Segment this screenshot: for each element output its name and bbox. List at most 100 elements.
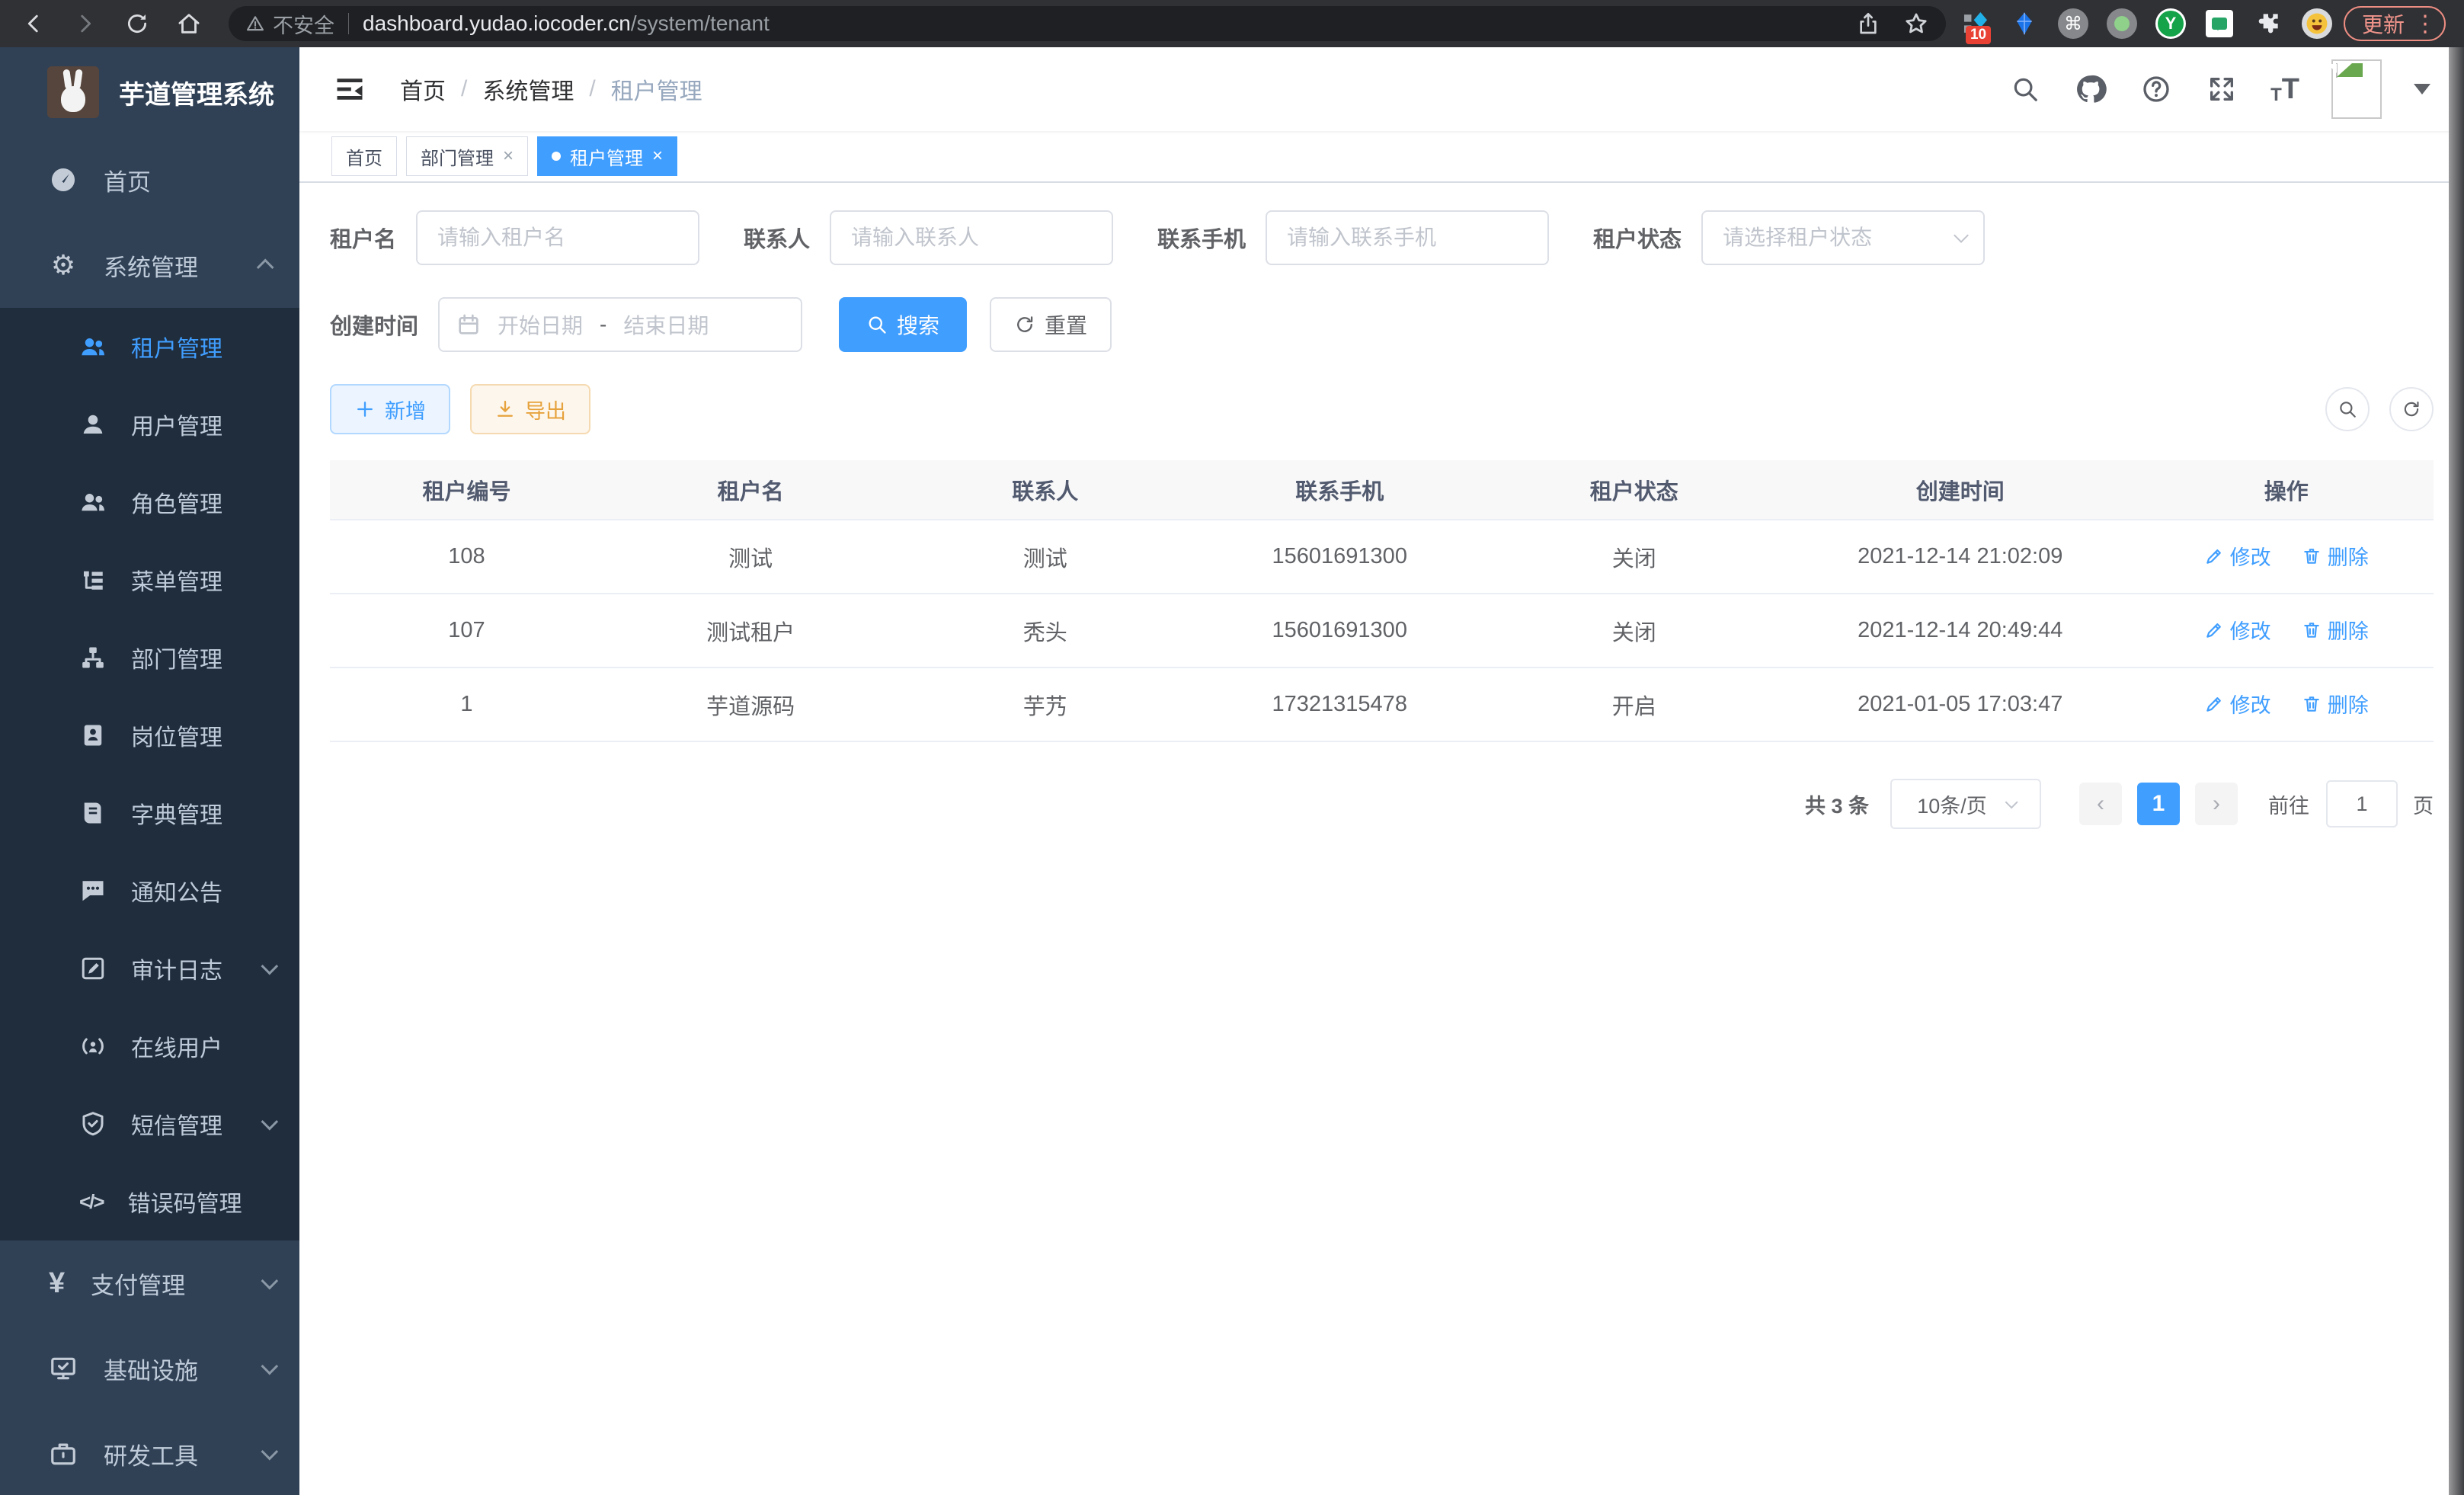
prev-page-button[interactable]: ‹ xyxy=(2079,783,2122,825)
site-security-indicator[interactable]: 不安全 xyxy=(245,9,334,39)
table-row: 108 测试 测试 15601691300 关闭 2021-12-14 21:0… xyxy=(330,520,2434,594)
kite-extension-icon[interactable] xyxy=(2008,8,2040,40)
user-icon xyxy=(79,411,107,438)
sidebar-item-infrastructure[interactable]: 基础设施 xyxy=(0,1326,299,1411)
mobile-label: 联系手机 xyxy=(1157,222,1246,254)
sidebar-item-dict[interactable]: 字典管理 xyxy=(0,774,299,852)
add-button[interactable]: 新增 xyxy=(330,384,450,434)
pinned-extension-icon[interactable]: 10 xyxy=(1960,8,1992,40)
url-path: /system/tenant xyxy=(631,11,770,35)
date-range-picker[interactable]: 开始日期 - 结束日期 xyxy=(438,297,802,352)
export-button[interactable]: 导出 xyxy=(470,384,590,434)
address-bar[interactable]: 不安全 dashboard.yudao.iocoder.cn/system/te… xyxy=(229,6,1946,41)
sidebar-collapse-icon[interactable] xyxy=(333,72,366,106)
reset-button[interactable]: 重置 xyxy=(990,297,1112,352)
extensions-puzzle-icon[interactable] xyxy=(2252,8,2284,40)
delete-link[interactable]: 删除 xyxy=(2302,689,2369,719)
edit-link[interactable]: 修改 xyxy=(2204,615,2271,645)
contact-input[interactable] xyxy=(830,210,1113,265)
calendar-icon xyxy=(456,312,481,337)
header-search-icon[interactable] xyxy=(2008,72,2042,106)
chat-extension-icon[interactable] xyxy=(2203,8,2235,40)
sidebar-item-payment[interactable]: ¥ 支付管理 xyxy=(0,1240,299,1326)
trash-icon xyxy=(2302,694,2322,714)
sidebar-item-tenant[interactable]: 租户管理 xyxy=(0,308,299,386)
tab-home[interactable]: 首页 xyxy=(331,136,397,176)
col-tenant-name: 租户名 xyxy=(603,460,898,520)
refresh-icon xyxy=(2402,399,2421,419)
page-size-select[interactable]: 10条/页 xyxy=(1890,779,2041,829)
share-icon[interactable] xyxy=(1856,11,1880,36)
profile-avatar-icon[interactable] xyxy=(2301,8,2333,40)
refresh-table-button[interactable] xyxy=(2389,387,2434,431)
table-row: 1 芋道源码 芋艿 17321315478 开启 2021-01-05 17:0… xyxy=(330,667,2434,741)
fullscreen-icon[interactable] xyxy=(2205,72,2238,106)
delete-link[interactable]: 删除 xyxy=(2302,615,2369,645)
col-created: 创建时间 xyxy=(1781,460,2139,520)
help-question-icon[interactable] xyxy=(2139,72,2173,106)
y-extension-icon[interactable]: Y xyxy=(2155,8,2187,40)
sidebar-item-system[interactable]: ⚙ 系统管理 xyxy=(0,222,299,308)
date-start-placeholder: 开始日期 xyxy=(498,309,583,340)
browser-home-button[interactable] xyxy=(174,8,204,39)
browser-forward-button[interactable] xyxy=(70,8,101,39)
broken-image-icon xyxy=(2336,63,2338,78)
total-count: 共 3 条 xyxy=(1805,789,1869,819)
font-size-icon[interactable]: TT xyxy=(2270,73,2299,106)
avatar[interactable] xyxy=(2331,59,2382,119)
tab-tenant[interactable]: 租户管理 × xyxy=(537,136,677,176)
sidebar-item-role[interactable]: 角色管理 xyxy=(0,463,299,541)
menu-tree-icon xyxy=(79,566,107,594)
tab-dept[interactable]: 部门管理 × xyxy=(406,136,528,176)
browser-back-button[interactable] xyxy=(18,8,49,39)
sidebar-item-sms[interactable]: 短信管理 xyxy=(0,1085,299,1163)
edit-link[interactable]: 修改 xyxy=(2204,689,2271,719)
sidebar-item-dept[interactable]: 部门管理 xyxy=(0,619,299,696)
sidebar-item-menu[interactable]: 菜单管理 xyxy=(0,541,299,619)
sidebar-item-home[interactable]: 首页 xyxy=(0,137,299,222)
next-page-button[interactable]: › xyxy=(2195,783,2238,825)
dashboard-icon xyxy=(49,165,78,194)
recorder-extension-icon[interactable] xyxy=(2106,8,2138,40)
github-icon[interactable] xyxy=(2074,72,2107,106)
search-button[interactable]: 搜索 xyxy=(839,297,967,352)
browser-menu-icon[interactable]: ⋮ xyxy=(2414,11,2437,37)
close-icon[interactable]: × xyxy=(503,146,514,167)
status-select[interactable] xyxy=(1701,210,1985,265)
sidebar-item-online-user[interactable]: 在线用户 xyxy=(0,1007,299,1085)
close-icon[interactable]: × xyxy=(652,146,663,167)
delete-link[interactable]: 删除 xyxy=(2302,541,2369,571)
date-end-placeholder: 结束日期 xyxy=(623,309,709,340)
tenant-name-input[interactable] xyxy=(416,210,699,265)
browser-toolbar: 不安全 dashboard.yudao.iocoder.cn/system/te… xyxy=(0,0,2464,47)
extension-badge: 10 xyxy=(1966,26,1991,44)
chevron-down-icon xyxy=(261,1273,279,1290)
url-divider xyxy=(348,13,349,34)
chevron-down-icon xyxy=(261,1443,279,1461)
sidebar-item-post[interactable]: 岗位管理 xyxy=(0,696,299,774)
sidebar-logo[interactable]: 芋道管理系统 xyxy=(0,47,299,137)
chevron-down-icon xyxy=(2005,796,2018,808)
url-host: dashboard.yudao.iocoder.cn xyxy=(363,11,631,35)
toggle-search-button[interactable] xyxy=(2325,387,2370,431)
goto-page-input[interactable] xyxy=(2326,780,2398,828)
sidebar-item-audit-log[interactable]: 审计日志 xyxy=(0,930,299,1007)
breadcrumb-system[interactable]: 系统管理 xyxy=(482,72,574,106)
warning-triangle-icon xyxy=(245,14,265,34)
avatar-caret-icon[interactable] xyxy=(2414,84,2430,103)
breadcrumb-home[interactable]: 首页 xyxy=(400,72,446,106)
online-signal-icon xyxy=(79,1032,107,1060)
sidebar-item-dev-tools[interactable]: 研发工具 xyxy=(0,1411,299,1495)
bookmark-star-icon[interactable] xyxy=(1903,11,1929,37)
sidebar-item-notice[interactable]: 通知公告 xyxy=(0,852,299,930)
browser-reload-button[interactable] xyxy=(122,8,152,39)
mobile-input[interactable] xyxy=(1266,210,1549,265)
browser-update-button[interactable]: 更新 ⋮ xyxy=(2344,6,2446,41)
command-extension-icon[interactable]: ⌘ xyxy=(2057,8,2089,40)
edit-link[interactable]: 修改 xyxy=(2204,541,2271,571)
sidebar-item-user[interactable]: 用户管理 xyxy=(0,386,299,463)
trash-icon xyxy=(2302,620,2322,640)
sidebar-item-error-code[interactable]: </> 错误码管理 xyxy=(0,1163,299,1240)
pagination: 共 3 条 10条/页 ‹ 1 › 前往 页 xyxy=(330,779,2434,829)
current-page-button[interactable]: 1 xyxy=(2137,783,2180,825)
